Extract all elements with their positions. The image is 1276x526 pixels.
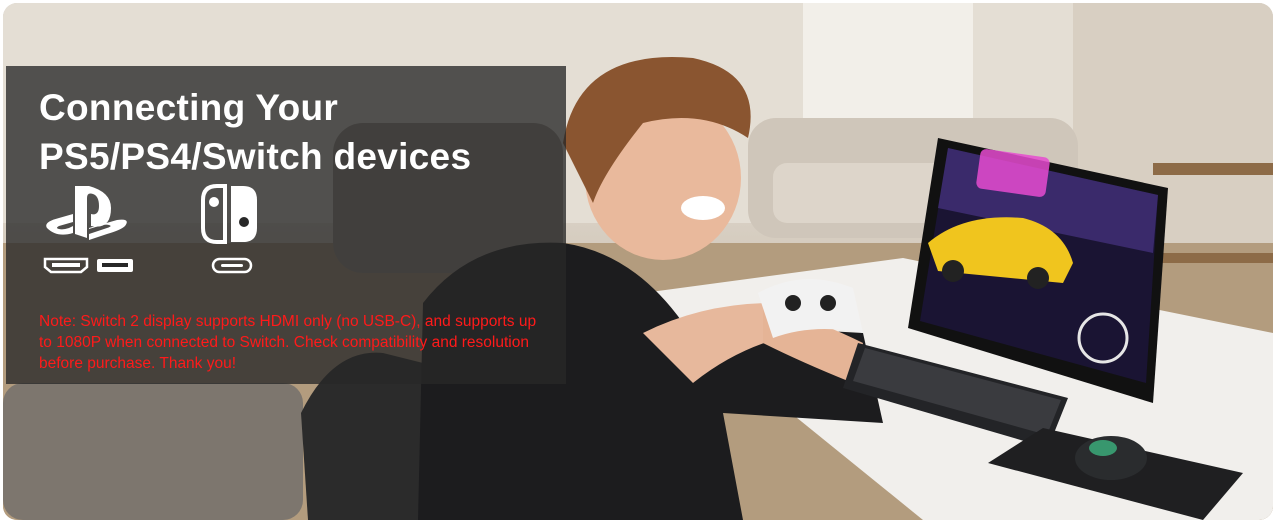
nintendo-switch-logo-icon — [201, 184, 257, 244]
usb-a-port-icon — [97, 259, 133, 272]
usb-c-port-icon — [211, 257, 253, 274]
headline-line-2: PS5/PS4/Switch devices — [39, 136, 472, 177]
playstation-logo-icon — [46, 186, 127, 240]
hdmi-port-icon — [43, 257, 89, 274]
compatibility-note: Note: Switch 2 display supports HDMI onl… — [39, 313, 537, 372]
banner-headline: Connecting Your PS5/PS4/Switch devices — [39, 83, 559, 181]
product-banner: Connecting Your PS5/PS4/Switch devices N… — [3, 3, 1273, 520]
headline-line-1: Connecting Your — [39, 87, 339, 128]
